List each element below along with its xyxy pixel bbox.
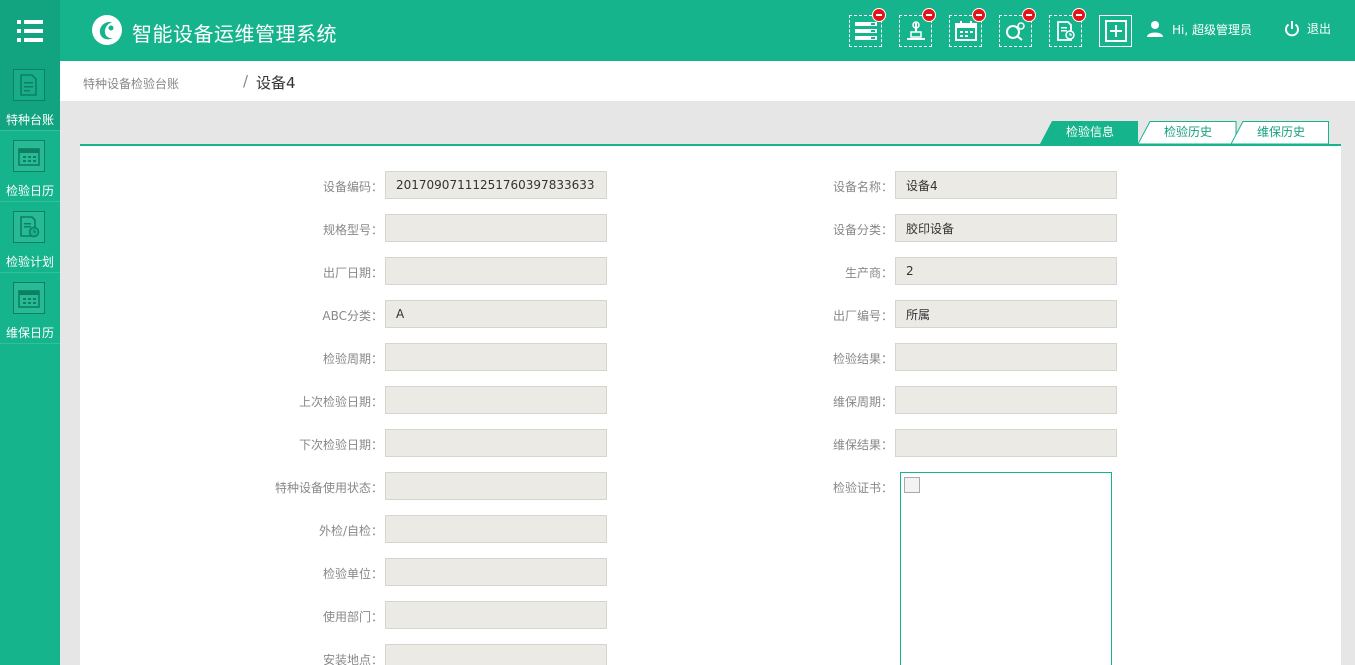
- sidebar-item-special-ledger[interactable]: 特种台账: [0, 61, 60, 131]
- factory-number-field[interactable]: [895, 300, 1117, 328]
- logout-button[interactable]: 退出: [1284, 20, 1331, 37]
- menu-toggle-button[interactable]: [0, 0, 60, 61]
- breadcrumb-parent-link[interactable]: 特种设备检验台账: [83, 75, 179, 92]
- user-menu[interactable]: Hi, 超级管理员: [1146, 20, 1252, 38]
- field-label: 外检/自检：: [318, 524, 383, 538]
- remove-badge-icon[interactable]: [1022, 8, 1036, 22]
- field-label: 设备分类：: [832, 223, 893, 237]
- equipment-icon: [906, 21, 925, 40]
- tool-equipment-button[interactable]: [899, 8, 936, 47]
- tool-list-button[interactable]: [849, 8, 886, 47]
- tab-label: 维保历史: [1256, 125, 1305, 139]
- equipment-code-field[interactable]: [385, 171, 607, 199]
- sidebar-item-label: 维保日历: [5, 326, 54, 340]
- manufacturer-field[interactable]: [895, 257, 1117, 285]
- field-label: 检验结果：: [832, 352, 893, 366]
- user-icon: [1147, 21, 1163, 37]
- logout-label: 退出: [1307, 22, 1332, 36]
- field-label: 特种设备使用状态：: [274, 481, 383, 495]
- calendar-icon: [13, 140, 45, 172]
- sidebar: 特种台账 检验日历 检验计划 维保日历: [0, 61, 60, 665]
- equipment-name-field[interactable]: [895, 171, 1117, 199]
- ledger-icon: [13, 69, 45, 101]
- maintenance-cycle-field[interactable]: [895, 386, 1117, 414]
- remove-badge-icon[interactable]: [922, 8, 936, 22]
- inspection-unit-field[interactable]: [385, 558, 607, 586]
- certificate-image[interactable]: [900, 472, 1112, 665]
- field-label: 生产商：: [844, 266, 893, 280]
- field-label: 设备名称：: [832, 180, 893, 194]
- field-label: 上次检验日期：: [298, 395, 383, 409]
- last-inspection-date-field[interactable]: [385, 386, 607, 414]
- next-inspection-date-field[interactable]: [385, 429, 607, 457]
- inspection-result-field[interactable]: [895, 343, 1117, 371]
- sidebar-item-inspection-calendar[interactable]: 检验日历: [0, 132, 60, 202]
- sidebar-item-maintenance-calendar[interactable]: 维保日历: [0, 274, 60, 344]
- inspection-info-panel: 设备编码： 规格型号： 出厂日期： ABC分类： 检验周期： 上次检验日期： 下…: [80, 146, 1341, 665]
- breadcrumb-separator: /: [243, 72, 249, 90]
- department-field[interactable]: [385, 601, 607, 629]
- field-label: ABC分类：: [322, 309, 383, 323]
- field-label: 检验证书：: [832, 481, 893, 495]
- field-label: 检验单位：: [322, 567, 383, 581]
- list-icon: [854, 22, 877, 40]
- field-label: 检验周期：: [322, 352, 383, 366]
- install-location-field[interactable]: [385, 644, 607, 665]
- user-greeting: Hi, 超级管理员: [1172, 22, 1252, 37]
- breadcrumb: 特种设备检验台账 / 设备4: [60, 61, 1355, 101]
- calendar-icon: [954, 21, 977, 41]
- search-gear-icon: [1005, 22, 1025, 41]
- usage-status-field[interactable]: [385, 472, 607, 500]
- sidebar-item-inspection-plan[interactable]: 检验计划: [0, 203, 60, 273]
- tab-maintenance-history[interactable]: 维保历史: [1231, 121, 1331, 144]
- equipment-category-field[interactable]: [895, 214, 1117, 242]
- broken-image-icon: [904, 477, 920, 493]
- manufacture-date-field[interactable]: [385, 257, 607, 285]
- tab-inspection-history[interactable]: 检验历史: [1138, 121, 1238, 144]
- remove-badge-icon[interactable]: [972, 8, 986, 22]
- tab-label: 检验信息: [1065, 125, 1114, 139]
- remove-badge-icon[interactable]: [1072, 8, 1086, 22]
- tab-inspection-info[interactable]: 检验信息: [1040, 121, 1140, 144]
- document-clock-icon: [1056, 21, 1075, 41]
- tool-inspect-button[interactable]: [999, 8, 1036, 47]
- field-label: 出厂日期：: [322, 266, 383, 280]
- app-logo-icon: [92, 15, 122, 45]
- tab-label: 检验历史: [1163, 125, 1212, 139]
- field-label: 下次检验日期：: [298, 438, 383, 452]
- tool-calendar-button[interactable]: [949, 8, 986, 47]
- field-label: 规格型号：: [322, 223, 383, 237]
- maintenance-result-field[interactable]: [895, 429, 1117, 457]
- top-header: 智能设备运维管理系统 Hi, 超级管理员 退出: [0, 0, 1355, 61]
- field-label: 设备编码：: [322, 180, 383, 194]
- sidebar-item-label: 特种台账: [5, 113, 54, 127]
- menu-icon: [17, 19, 43, 42]
- power-icon: [1285, 20, 1299, 36]
- add-shortcut-button[interactable]: [1099, 15, 1132, 47]
- tool-plan-button[interactable]: [1049, 8, 1086, 47]
- app-title: 智能设备运维管理系统: [132, 22, 337, 46]
- field-label: 使用部门：: [322, 610, 383, 624]
- external-self-inspection-field[interactable]: [385, 515, 607, 543]
- inspection-cycle-field[interactable]: [385, 343, 607, 371]
- add-icon: [1104, 20, 1127, 42]
- sidebar-item-label: 检验计划: [5, 255, 54, 269]
- field-label: 维保周期：: [832, 395, 893, 409]
- abc-class-field[interactable]: [385, 300, 607, 328]
- field-label: 出厂编号：: [832, 309, 893, 323]
- field-label: 维保结果：: [832, 438, 893, 452]
- plan-icon: [13, 211, 45, 243]
- calendar-icon: [13, 282, 45, 314]
- breadcrumb-current: 设备4: [256, 74, 296, 92]
- spec-model-field[interactable]: [385, 214, 607, 242]
- remove-badge-icon[interactable]: [872, 8, 886, 22]
- field-label: 安装地点：: [322, 653, 383, 665]
- sidebar-item-label: 检验日历: [5, 184, 54, 198]
